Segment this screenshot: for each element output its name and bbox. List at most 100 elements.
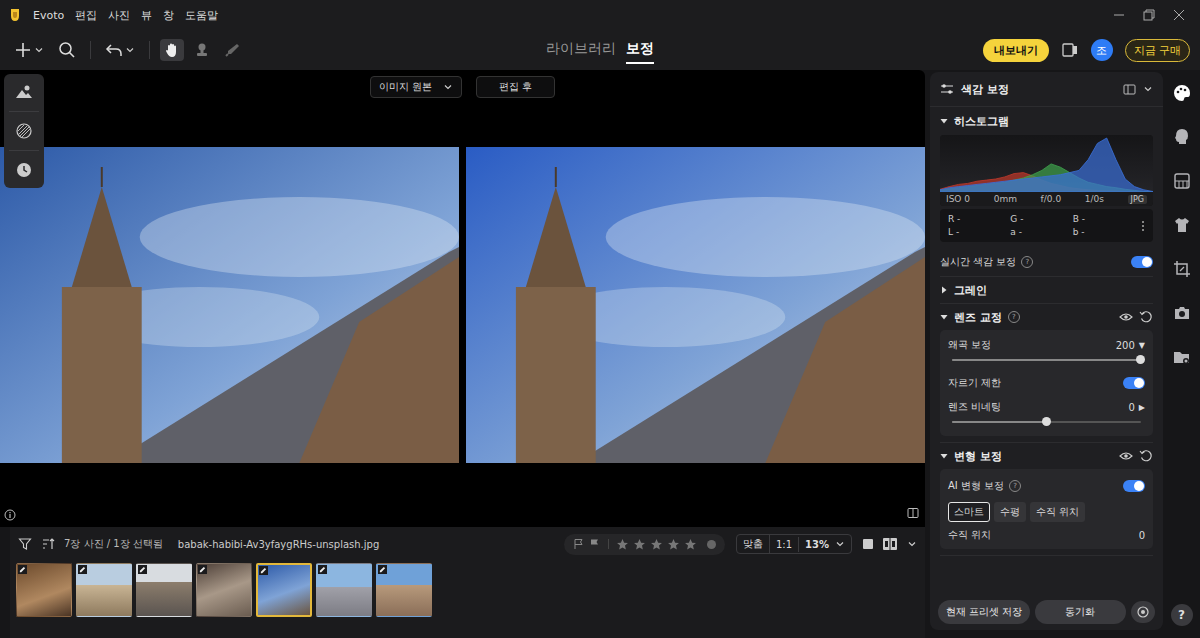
- toggle-row: 자르기 제한: [948, 370, 1145, 396]
- original-photo[interactable]: [0, 147, 459, 463]
- star-icon[interactable]: [667, 538, 680, 551]
- close-icon[interactable]: [1164, 0, 1194, 30]
- thumbnail[interactable]: [376, 563, 432, 617]
- rail-item[interactable]: [1172, 303, 1192, 347]
- portrait-landscape-icon[interactable]: [14, 82, 34, 102]
- rail-item[interactable]: [1172, 259, 1192, 303]
- menu-item[interactable]: 도움말: [185, 8, 218, 23]
- filter-icon[interactable]: [18, 537, 32, 551]
- slider-marker[interactable]: ▶: [1139, 403, 1145, 412]
- slider-track[interactable]: [952, 421, 1141, 423]
- reset-icon[interactable]: [1139, 310, 1153, 324]
- chevron-down-icon[interactable]: [907, 539, 917, 549]
- toggle-switch[interactable]: [1123, 377, 1145, 389]
- actual-size-button[interactable]: 1:1: [770, 537, 799, 552]
- help-icon[interactable]: ?: [1021, 256, 1033, 268]
- undo-button[interactable]: [101, 38, 139, 62]
- menu-item[interactable]: 편집: [75, 8, 97, 23]
- single-view-icon[interactable]: [861, 537, 875, 551]
- thumbnail[interactable]: [16, 563, 72, 617]
- sync-button[interactable]: 동기화: [1035, 600, 1127, 624]
- slider-knob[interactable]: [1136, 355, 1145, 364]
- thumbnail[interactable]: [256, 563, 312, 617]
- export-button[interactable]: 내보내기: [983, 39, 1049, 62]
- histogram-header[interactable]: 히스토그램: [940, 107, 1153, 135]
- edited-badge: [138, 565, 147, 574]
- share-icon[interactable]: [1061, 41, 1079, 59]
- rail-item[interactable]: [1172, 83, 1192, 127]
- star-icon[interactable]: [616, 538, 629, 551]
- segment-option[interactable]: 스마트: [948, 502, 990, 522]
- search-button[interactable]: [54, 38, 80, 62]
- section-header[interactable]: 변형 보정: [940, 443, 1153, 469]
- chevron-down-icon[interactable]: [1143, 84, 1153, 94]
- value-row: 수직 위치0: [948, 525, 1145, 545]
- exif-value: 1/0s: [1085, 194, 1104, 204]
- compare-mode-dropdown[interactable]: 이미지 원본: [370, 76, 461, 98]
- slider-knob[interactable]: [1042, 417, 1051, 426]
- history-clock-icon[interactable]: [14, 160, 34, 180]
- hand-tool-button[interactable]: [160, 39, 184, 61]
- folder-settings-icon: [1172, 347, 1192, 367]
- after-edit-button[interactable]: 편집 후: [476, 76, 555, 98]
- stamp-tool-button[interactable]: [190, 39, 214, 61]
- menu-item[interactable]: 사진: [108, 8, 130, 23]
- help-icon[interactable]: ?: [1008, 311, 1020, 323]
- slider-value[interactable]: 200: [1116, 340, 1135, 351]
- thumbnail[interactable]: [316, 563, 372, 617]
- slider-marker[interactable]: ▼: [1139, 341, 1145, 350]
- edited-photo[interactable]: [466, 147, 925, 463]
- sync-settings-button[interactable]: [1131, 601, 1155, 623]
- edited-badge: [318, 565, 327, 574]
- rail-item[interactable]: [1172, 215, 1192, 259]
- menu-item[interactable]: 창: [163, 8, 174, 23]
- reset-icon[interactable]: [1139, 449, 1153, 463]
- rail-item[interactable]: [1172, 171, 1192, 215]
- more-icon[interactable]: [1141, 220, 1145, 232]
- eye-icon[interactable]: [1119, 449, 1133, 463]
- save-preset-button[interactable]: 현재 프리셋 저장: [938, 600, 1030, 624]
- info-icon[interactable]: [4, 509, 16, 521]
- zoom-dropdown[interactable]: 13%: [799, 537, 851, 552]
- buy-button[interactable]: 지금 구매: [1125, 39, 1191, 62]
- menu-item[interactable]: 뷰: [141, 8, 152, 23]
- reject-flag-icon[interactable]: [589, 538, 601, 550]
- thumbnail[interactable]: [196, 563, 252, 617]
- readout-value: B -: [1073, 214, 1135, 224]
- before-after-view-icon[interactable]: [882, 537, 898, 551]
- live-color-row: 실시간 색감 보정?: [940, 248, 1153, 277]
- sort-icon[interactable]: [41, 537, 55, 551]
- slider-value[interactable]: 0: [1128, 402, 1134, 413]
- slider-track[interactable]: [952, 359, 1141, 361]
- color-label-dot[interactable]: [707, 540, 716, 549]
- segment-option[interactable]: 수직 위치: [1030, 502, 1085, 522]
- help-button[interactable]: ?: [1171, 604, 1193, 626]
- brush-icon: [224, 42, 240, 58]
- texture-circle-icon[interactable]: [14, 121, 34, 141]
- eye-icon[interactable]: [1119, 310, 1133, 324]
- layout-icon[interactable]: [1123, 83, 1136, 96]
- star-icon[interactable]: [684, 538, 697, 551]
- star-icon[interactable]: [633, 538, 646, 551]
- live-color-toggle[interactable]: [1131, 256, 1153, 268]
- thumbnail[interactable]: [136, 563, 192, 617]
- minimize-icon[interactable]: [1104, 0, 1134, 30]
- section-header[interactable]: 렌즈 교정?: [940, 304, 1153, 330]
- rail-item[interactable]: [1172, 127, 1192, 171]
- help-icon[interactable]: ?: [1009, 480, 1021, 492]
- restore-icon[interactable]: [1134, 0, 1164, 30]
- thumbnail[interactable]: [76, 563, 132, 617]
- rail-item[interactable]: [1172, 347, 1192, 391]
- brush-tool-button[interactable]: [220, 39, 244, 61]
- toggle-switch[interactable]: [1123, 480, 1145, 492]
- add-button[interactable]: [10, 38, 48, 62]
- mode-tab[interactable]: 보정: [626, 36, 654, 64]
- segment-option[interactable]: 수평: [994, 502, 1026, 522]
- fit-button[interactable]: 맞춤: [737, 535, 770, 553]
- mode-tab[interactable]: 라이브러리: [546, 36, 616, 64]
- split-view-icon[interactable]: [907, 507, 919, 519]
- flag-icon[interactable]: [573, 538, 585, 550]
- star-icon[interactable]: [650, 538, 663, 551]
- user-avatar[interactable]: 조: [1091, 39, 1113, 61]
- section-header[interactable]: 그레인: [940, 277, 1153, 303]
